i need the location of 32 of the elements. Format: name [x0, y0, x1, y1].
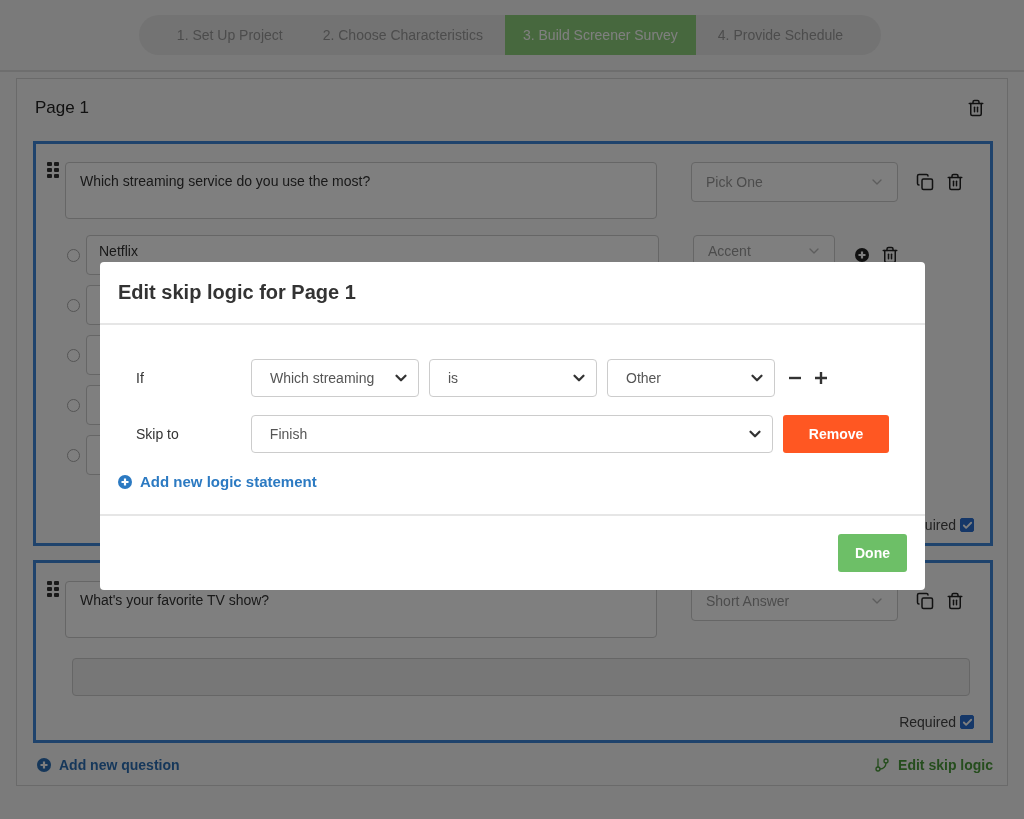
add-logic-statement-link[interactable]: Add new logic statement: [118, 473, 889, 490]
condition-select[interactable]: is: [429, 359, 597, 397]
skip-to-label: Skip to: [136, 426, 180, 442]
radio-button[interactable]: [67, 298, 80, 312]
drag-handle-icon[interactable]: [47, 581, 59, 597]
add-question-link[interactable]: Add new question: [37, 757, 180, 773]
question-field[interactable]: Which streaming service do you use the most?: [65, 162, 657, 219]
required-checkbox[interactable]: [960, 715, 974, 729]
plus-icon[interactable]: [815, 372, 827, 384]
drag-handle-icon[interactable]: [47, 162, 59, 178]
radio-button[interactable]: [67, 398, 80, 412]
required-checkbox[interactable]: [960, 518, 974, 532]
plus-circle-icon: [37, 758, 51, 772]
remove-button[interactable]: Remove: [783, 415, 889, 453]
skip-target-select[interactable]: Finish: [250, 415, 774, 453]
radio-button[interactable]: [67, 248, 80, 262]
radio-button[interactable]: [67, 348, 80, 362]
condition-select[interactable]: Other: [607, 359, 775, 397]
edit-skip-logic-link[interactable]: Edit skip logic: [874, 757, 993, 773]
required-label: uired: [924, 517, 956, 533]
plus-circle-icon: [118, 474, 132, 489]
required-label: Required: [899, 714, 956, 730]
radio-button[interactable]: [67, 448, 80, 462]
branch-icon: [874, 757, 891, 773]
condition-select[interactable]: Which streaming: [251, 359, 419, 397]
done-button[interactable]: Done: [838, 534, 907, 572]
copy-icon[interactable]: [916, 173, 934, 191]
page-title: Page 1: [35, 98, 89, 118]
dialog-title: Edit skip logic for Page 1: [118, 281, 356, 304]
if-label: If: [136, 370, 145, 386]
copy-icon[interactable]: [916, 592, 934, 610]
step-tab[interactable]: 3. Build Screener Survey: [504, 15, 696, 55]
